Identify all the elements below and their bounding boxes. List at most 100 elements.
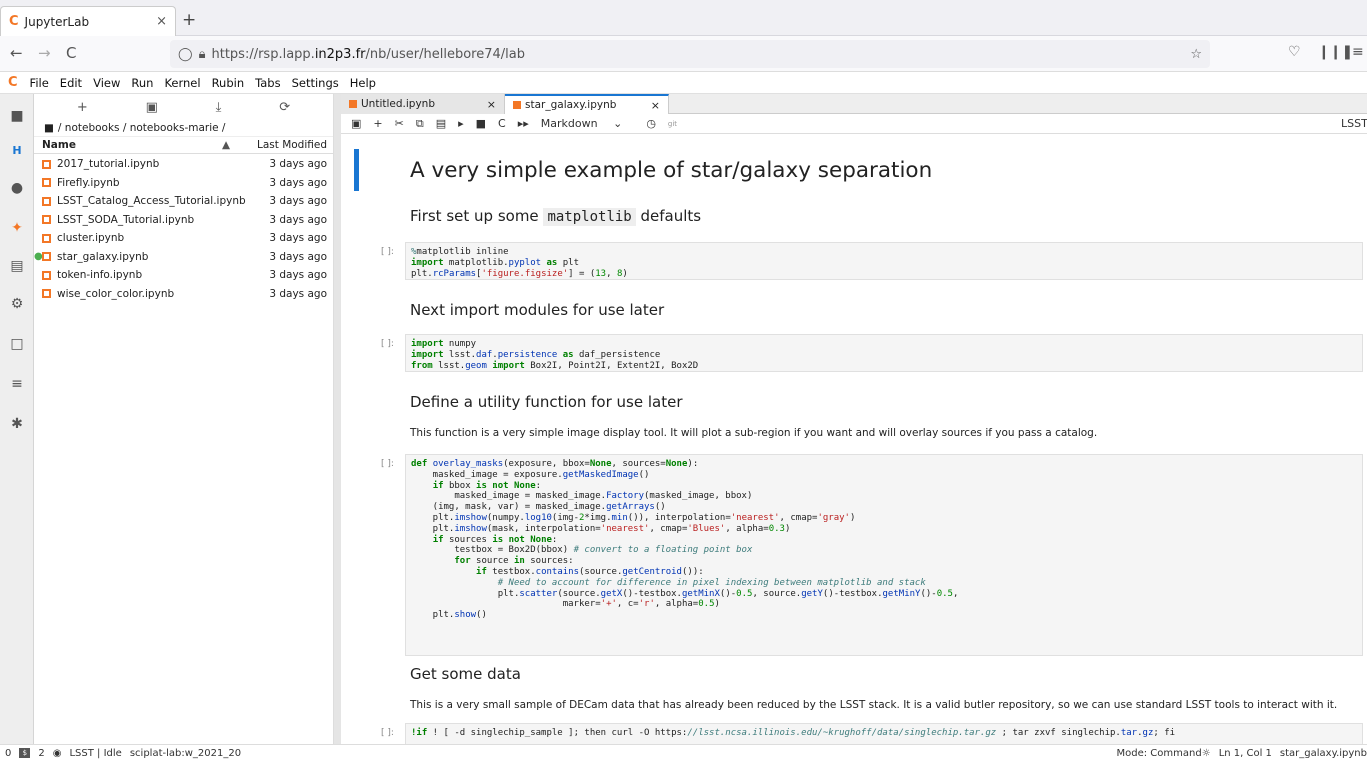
kernel-globe-icon: ◉ — [52, 747, 62, 759]
heading-text: defaults — [635, 207, 702, 225]
cell-type-select[interactable]: Markdown ⌄ — [541, 117, 635, 130]
close-tab-icon[interactable]: × — [156, 14, 167, 29]
file-name: cluster.ipynb — [57, 232, 125, 245]
running-icon[interactable]: ● — [7, 180, 27, 196]
notebook-toolbar: ▣ + ✂ ⧉ ▤ ▸ ■ C ▸▸ Markdown ⌄ ◷ git LSST… — [341, 114, 1367, 134]
file-item[interactable]: LSST_SODA_Tutorial.ipynb 3 days ago — [34, 211, 333, 230]
notebook-panel: Untitled.ipynb × star_galaxy.ipynb × ▣ + ✂… — [341, 94, 1367, 744]
upload-icon[interactable]: ⤓ — [216, 100, 222, 115]
file-item[interactable]: wise_color_color.ipynb 3 days ago — [34, 285, 333, 304]
copy-icon[interactable]: ⧉ — [416, 117, 424, 131]
new-launcher-button[interactable]: + — [77, 100, 88, 115]
kernel-status[interactable]: LSST | Idle — [69, 748, 121, 759]
git-icon[interactable]: ✦ — [7, 220, 27, 236]
cell-type-value: Markdown — [540, 117, 598, 130]
code-cell[interactable]: %matplotlib inline import matplotlib.pyp… — [405, 242, 1363, 280]
file-item[interactable]: Firefly.ipynb 3 days ago — [34, 174, 333, 193]
bookmark-star-icon[interactable]: ☆ — [1190, 47, 1202, 62]
fast-forward-icon[interactable]: ▸▸ — [518, 117, 529, 130]
property-inspector-icon[interactable]: ⚙ — [7, 296, 27, 312]
browser-nav-bar: ← → C ◯ 🔒︎ https://rsp.lapp. in2p3.fr/nb/… — [0, 36, 1367, 72]
file-browser-toolbar: + ▣ ⤓ ⟳ — [34, 94, 333, 120]
tabs-icon[interactable]: □ — [7, 336, 27, 352]
tab-label: Untitled.ipynb — [361, 98, 435, 110]
notebook-icon — [42, 178, 51, 188]
notification-icon[interactable]: ☼ — [1202, 748, 1211, 759]
file-item[interactable]: cluster.ipynb 3 days ago — [34, 229, 333, 248]
menu-settings[interactable]: Settings — [292, 76, 339, 90]
column-name[interactable]: Name — [42, 139, 222, 151]
menu-run[interactable]: Run — [131, 76, 153, 90]
file-name: LSST_Catalog_Access_Tutorial.ipynb — [57, 195, 246, 208]
menu-help[interactable]: Help — [350, 76, 376, 90]
forward-button[interactable]: → — [38, 44, 51, 62]
breadcrumb: ■ / notebooks / notebooks-marie / — [34, 120, 333, 136]
panel-splitter[interactable] — [334, 94, 341, 744]
notebook-icon — [42, 233, 51, 243]
restart-icon[interactable]: C — [498, 117, 506, 130]
status-count-2[interactable]: 2 — [38, 748, 44, 759]
heading-matplotlib: First set up some matplotlib defaults — [410, 207, 702, 226]
cell-prompt: [ ]: — [381, 247, 394, 257]
refresh-icon[interactable]: ⟳ — [279, 100, 290, 115]
back-button[interactable]: ← — [10, 44, 23, 62]
reload-button[interactable]: C — [66, 44, 76, 62]
menu-kernel[interactable]: Kernel — [164, 76, 200, 90]
file-modified: 3 days ago — [269, 176, 327, 189]
menu-view[interactable]: View — [93, 76, 120, 90]
home-folder-icon[interactable]: ■ — [44, 122, 54, 134]
heading-imports: Next import modules for use later — [410, 301, 665, 319]
table-of-contents-icon[interactable]: ≡ — [7, 376, 27, 392]
menu-edit[interactable]: Edit — [60, 76, 82, 90]
notebook-icon — [42, 196, 51, 206]
extension-icon[interactable]: ✱ — [7, 416, 27, 432]
save-icon[interactable]: ▣ — [351, 117, 361, 130]
code-cell[interactable]: !if ! [ -d singlechip_sample ]; then cur… — [405, 723, 1363, 744]
stop-icon[interactable]: ■ — [476, 117, 486, 130]
file-item[interactable]: LSST_Catalog_Access_Tutorial.ipynb 3 days… — [34, 192, 333, 211]
run-icon[interactable]: ▸ — [458, 117, 464, 130]
tab-star-galaxy[interactable]: star_galaxy.ipynb × — [505, 94, 669, 114]
code-cell[interactable]: def overlay_masks(exposure, bbox=None, s… — [405, 454, 1363, 656]
new-tab-button[interactable]: + — [182, 10, 196, 30]
notebook-icon — [513, 101, 521, 109]
file-item[interactable]: ● star_galaxy.ipynb 3 days ago — [34, 248, 333, 267]
tab-untitled[interactable]: Untitled.ipynb × — [341, 94, 505, 114]
menu-tabs[interactable]: Tabs — [255, 76, 280, 90]
insert-cell-icon[interactable]: + — [373, 117, 382, 130]
paste-icon[interactable]: ▤ — [436, 117, 446, 130]
sort-caret-icon[interactable]: ▲ — [222, 139, 256, 151]
folder-icon[interactable]: ■ — [7, 108, 27, 124]
cursor-position[interactable]: Ln 1, Col 1 — [1219, 748, 1272, 759]
library-icon[interactable]: ❙❙❚ — [1318, 44, 1353, 60]
url-host: in2p3.fr — [314, 46, 366, 62]
code-cell[interactable]: import numpy import lsst.daf.persistence… — [405, 334, 1363, 372]
menu-rubin[interactable]: Rubin — [212, 76, 245, 90]
lock-icon: 🔒︎ — [198, 46, 206, 62]
menu-icon[interactable]: ≡ — [1352, 44, 1364, 60]
clipboard-icon[interactable]: ▤ — [7, 258, 27, 274]
close-icon[interactable]: × — [487, 98, 496, 111]
breadcrumb-path[interactable]: / notebooks / notebooks-marie / — [58, 122, 226, 134]
cut-icon[interactable]: ✂ — [395, 117, 404, 130]
kernel-name[interactable]: LSST ( — [1341, 117, 1367, 130]
column-last-modified[interactable]: Last Modified — [257, 139, 333, 151]
new-folder-icon[interactable]: ▣ — [146, 100, 158, 115]
browser-tab-jupyterlab[interactable]: C JupyterLab × — [0, 6, 176, 36]
url-bar[interactable]: ◯ 🔒︎ https://rsp.lapp. in2p3.fr/nb/user/h… — [170, 40, 1210, 68]
left-sidebar: ■ H ● ✦ ▤ ⚙ □ ≡ ✱ — [0, 94, 34, 744]
environment-label: sciplat-lab:w_2021_20 — [129, 747, 242, 759]
pocket-icon[interactable]: ♡ — [1288, 44, 1301, 60]
file-list-header: Name ▲ Last Modified — [34, 136, 333, 154]
status-count-1[interactable]: 0 — [5, 748, 11, 759]
hips-icon[interactable]: H — [7, 144, 27, 157]
file-name: 2017_tutorial.ipynb — [57, 158, 160, 171]
file-name: wise_color_color.ipynb — [57, 287, 175, 300]
menu-file[interactable]: File — [30, 76, 49, 90]
close-icon[interactable]: × — [651, 99, 660, 112]
file-item[interactable]: token-info.ipynb 3 days ago — [34, 266, 333, 285]
file-item[interactable]: 2017_tutorial.ipynb 3 days ago — [34, 155, 333, 174]
clock-icon[interactable]: ◷ — [646, 117, 656, 130]
git-label[interactable]: git — [668, 120, 677, 128]
notebook-icon — [42, 159, 51, 169]
